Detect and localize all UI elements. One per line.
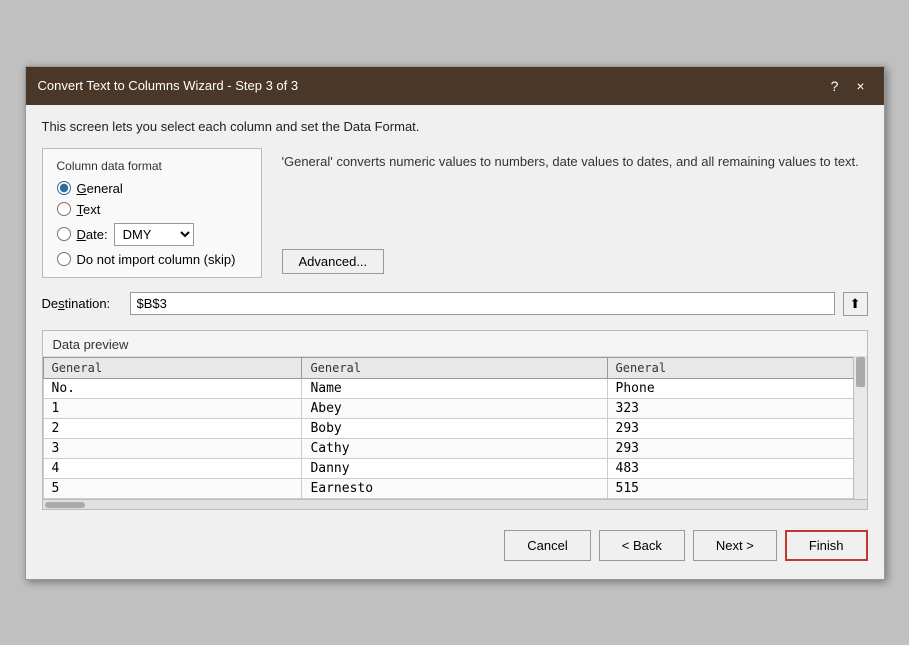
column-format-box: Column data format General Text xyxy=(42,148,262,278)
cell: 483 xyxy=(607,458,866,478)
preview-header-row: General General General xyxy=(43,357,866,378)
table-row: No. Name Phone xyxy=(43,378,866,398)
preview-wrapper: General General General No. Name Phone xyxy=(43,357,867,499)
advanced-button[interactable]: Advanced... xyxy=(282,249,385,274)
label-skip[interactable]: Do not import column (skip) xyxy=(77,252,236,267)
right-panel: 'General' converts numeric values to num… xyxy=(282,148,868,278)
back-button[interactable]: < Back xyxy=(599,530,685,561)
radio-row-general: General xyxy=(57,181,247,196)
top-section: Column data format General Text xyxy=(42,148,868,278)
label-text[interactable]: Text xyxy=(77,202,101,217)
scroll-thumb xyxy=(856,357,865,387)
col-header-1: General xyxy=(302,357,607,378)
destination-label: Destination: xyxy=(42,296,122,311)
next-button[interactable]: Next > xyxy=(693,530,777,561)
cell: Earnesto xyxy=(302,478,607,498)
cell: Boby xyxy=(302,418,607,438)
cell: Name xyxy=(302,378,607,398)
radio-date[interactable] xyxy=(57,227,71,241)
dialog-title: Convert Text to Columns Wizard - Step 3 … xyxy=(38,78,299,93)
radio-row-date: Date: DMY MDY YMD xyxy=(57,223,247,246)
cell: 515 xyxy=(607,478,866,498)
date-format-select[interactable]: DMY MDY YMD xyxy=(114,223,194,246)
destination-row: Destination: ⬆ xyxy=(42,292,868,316)
table-row: 2 Boby 293 xyxy=(43,418,866,438)
label-general[interactable]: General xyxy=(77,181,123,196)
horizontal-scrollbar[interactable] xyxy=(43,499,867,509)
cell: 4 xyxy=(43,458,302,478)
cell: Phone xyxy=(607,378,866,398)
description-text: This screen lets you select each column … xyxy=(42,119,868,134)
title-bar: Convert Text to Columns Wizard - Step 3 … xyxy=(26,67,884,105)
cell: Abey xyxy=(302,398,607,418)
radio-text[interactable] xyxy=(57,202,71,216)
help-button[interactable]: ? xyxy=(824,75,846,97)
data-preview-section: Data preview General General General xyxy=(42,330,868,510)
data-preview-label: Data preview xyxy=(43,331,867,357)
table-row: 3 Cathy 293 xyxy=(43,438,866,458)
cell: 323 xyxy=(607,398,866,418)
vertical-scrollbar[interactable] xyxy=(853,357,867,499)
cell: Cathy xyxy=(302,438,607,458)
dialog: Convert Text to Columns Wizard - Step 3 … xyxy=(25,66,885,580)
dialog-content: This screen lets you select each column … xyxy=(26,105,884,579)
column-format-label: Column data format xyxy=(57,159,247,173)
destination-picker-button[interactable]: ⬆ xyxy=(843,292,868,316)
cell: Danny xyxy=(302,458,607,478)
cell: 5 xyxy=(43,478,302,498)
col-header-2: General xyxy=(607,357,866,378)
cell: No. xyxy=(43,378,302,398)
cell: 2 xyxy=(43,418,302,438)
cell: 3 xyxy=(43,438,302,458)
destination-input[interactable] xyxy=(130,292,835,315)
radio-row-skip: Do not import column (skip) xyxy=(57,252,247,267)
table-row: 4 Danny 483 xyxy=(43,458,866,478)
cell: 293 xyxy=(607,438,866,458)
cell: 293 xyxy=(607,418,866,438)
radio-group: General Text Date: DMY MDY YM xyxy=(57,181,247,267)
preview-table: General General General No. Name Phone xyxy=(43,357,867,499)
col-header-0: General xyxy=(43,357,302,378)
close-button[interactable]: × xyxy=(850,75,872,97)
cell: 1 xyxy=(43,398,302,418)
radio-row-text: Text xyxy=(57,202,247,217)
radio-general[interactable] xyxy=(57,181,71,195)
title-bar-buttons: ? × xyxy=(824,75,872,97)
radio-skip[interactable] xyxy=(57,252,71,266)
footer-buttons: Cancel < Back Next > Finish xyxy=(42,524,868,565)
label-date[interactable]: Date: xyxy=(77,227,108,242)
table-row: 5 Earnesto 515 xyxy=(43,478,866,498)
h-scroll-thumb xyxy=(45,502,85,508)
preview-table-scroll[interactable]: General General General No. Name Phone xyxy=(43,357,867,499)
cancel-button[interactable]: Cancel xyxy=(504,530,590,561)
finish-button[interactable]: Finish xyxy=(785,530,868,561)
table-row: 1 Abey 323 xyxy=(43,398,866,418)
right-description: 'General' converts numeric values to num… xyxy=(282,152,868,239)
